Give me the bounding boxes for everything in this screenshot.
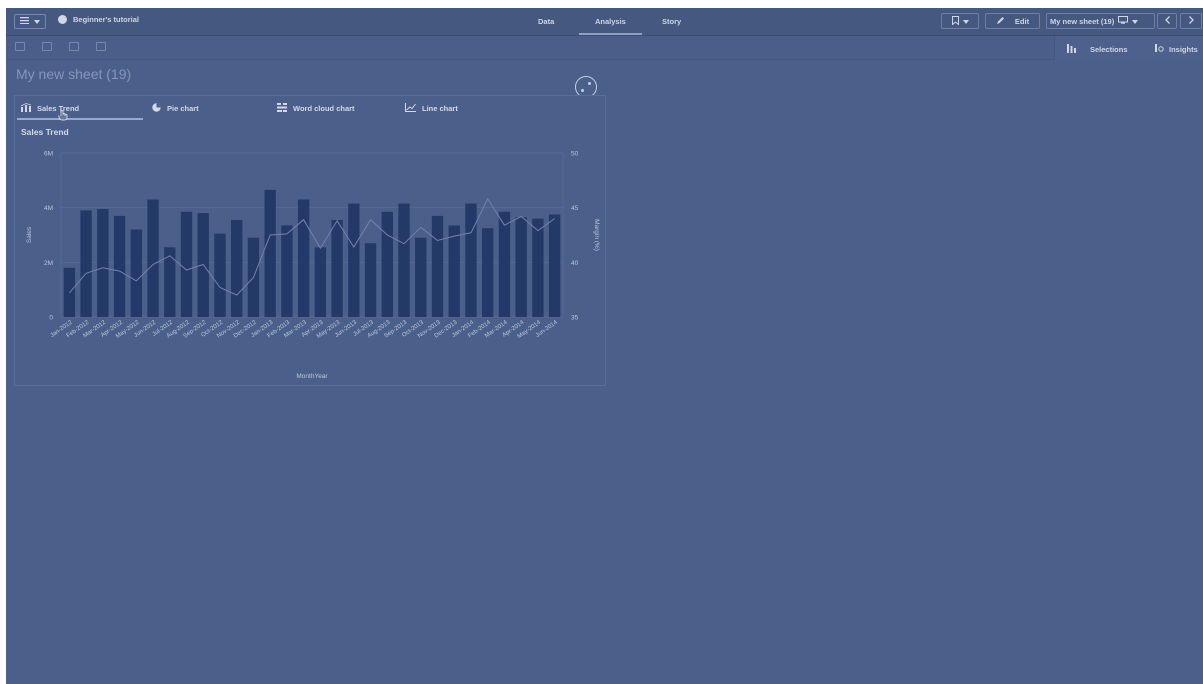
bookmark-icon <box>951 15 959 27</box>
step-forward-icon[interactable] <box>69 42 79 51</box>
y-tick-label: 2M <box>44 260 53 267</box>
container-object: Sales Trend Pie chart Word cloud chart L… <box>14 95 606 386</box>
bar <box>147 199 159 317</box>
pie-chart-icon <box>152 103 161 114</box>
bar <box>415 237 427 317</box>
word-cloud-icon <box>277 103 287 114</box>
globe-icon <box>58 15 67 24</box>
y-axis-title: Sales <box>26 226 33 243</box>
app-window: Beginner's tutorial Data Analysis Story … <box>6 8 1203 684</box>
y2-tick-label: 40 <box>571 260 579 267</box>
selections-button[interactable]: Selections <box>1067 44 1128 55</box>
active-tab-indicator <box>17 118 143 120</box>
combo-chart-icon <box>20 103 32 114</box>
monitor-icon <box>1118 16 1129 26</box>
sheet-selector-label: My new sheet (19) <box>1050 16 1115 26</box>
hand-cursor-icon <box>58 108 68 126</box>
bar <box>180 211 193 317</box>
bar <box>398 203 410 317</box>
top-bar: Beginner's tutorial Data Analysis Story … <box>6 8 1203 36</box>
tab-label: Word cloud chart <box>293 104 355 113</box>
bar <box>448 225 460 317</box>
tab-line-chart[interactable]: Line chart <box>405 103 458 114</box>
bar <box>297 199 310 317</box>
smart-search-icon[interactable] <box>15 42 25 51</box>
edit-label: Edit <box>1014 16 1030 26</box>
sales-trend-chart[interactable]: 02M4M6M35404550Jan-2012Feb-2012Mar-2012A… <box>15 142 605 382</box>
bar <box>97 209 109 317</box>
clear-selections-icon[interactable] <box>96 42 106 51</box>
bar <box>465 203 477 317</box>
bar <box>264 189 276 317</box>
insights-label: Insights <box>1169 45 1198 54</box>
bar <box>331 219 343 317</box>
tab-analysis[interactable]: Analysis <box>579 17 642 35</box>
y2-tick-label: 45 <box>571 205 579 212</box>
line-chart-icon <box>405 103 416 114</box>
bar <box>314 247 327 317</box>
insights-button[interactable]: Insights <box>1155 44 1198 55</box>
y-tick-label: 6M <box>44 151 53 158</box>
selections-icon <box>1067 44 1076 55</box>
bookmarks-button[interactable] <box>941 13 979 29</box>
bar <box>130 229 142 317</box>
insights-icon <box>1155 44 1164 55</box>
container-tabs: Sales Trend Pie chart Word cloud chart L… <box>15 96 605 121</box>
sheet-title: My new sheet (19) <box>16 66 132 82</box>
tab-pie-chart[interactable]: Pie chart <box>152 103 199 114</box>
chevron-down-icon <box>34 17 40 26</box>
chevron-left-icon <box>1164 16 1170 26</box>
tab-sales-trend[interactable]: Sales Trend <box>20 103 79 114</box>
app-title[interactable]: Beginner's tutorial <box>58 15 139 24</box>
tab-label: Pie chart <box>167 104 199 113</box>
step-back-icon[interactable] <box>42 42 52 51</box>
bar <box>281 225 293 317</box>
right-panel-toolbar: Selections Insights <box>1054 36 1203 60</box>
tab-word-cloud-chart[interactable]: Word cloud chart <box>277 103 355 114</box>
selection-toolbar <box>6 36 1203 60</box>
bar <box>498 211 511 317</box>
bar <box>548 214 561 317</box>
bar <box>348 203 360 317</box>
sheet-selector[interactable]: My new sheet (19) <box>1046 13 1155 29</box>
edit-button[interactable]: Edit <box>985 13 1040 29</box>
tab-story[interactable]: Story <box>662 17 681 26</box>
hamburger-icon <box>20 17 29 26</box>
y2-axis-title: Margin (%) <box>593 219 600 251</box>
chevron-down-icon <box>962 17 969 26</box>
app-title-label: Beginner's tutorial <box>73 15 139 24</box>
margin-line <box>69 197 555 296</box>
bar <box>113 215 126 317</box>
tab-label: Line chart <box>422 104 458 113</box>
y2-tick-label: 35 <box>571 315 579 322</box>
chevron-down-icon <box>1132 17 1139 26</box>
y-tick-label: 0 <box>49 315 53 322</box>
tab-data[interactable]: Data <box>538 17 554 26</box>
bar <box>80 210 92 317</box>
bar <box>515 217 527 317</box>
bar <box>231 219 243 317</box>
bar <box>214 233 226 317</box>
bar <box>381 211 393 317</box>
pencil-icon <box>996 16 1005 27</box>
bar <box>532 218 544 317</box>
main-menu-button[interactable] <box>14 14 46 29</box>
y2-tick-label: 50 <box>571 151 579 158</box>
previous-sheet-button[interactable] <box>1157 13 1177 29</box>
selections-label: Selections <box>1090 45 1128 54</box>
chart-title: Sales Trend <box>21 127 69 137</box>
x-axis-title: MonthYear <box>296 373 328 380</box>
bar <box>364 243 377 317</box>
y-tick-label: 4M <box>44 205 53 212</box>
chevron-right-icon <box>1188 16 1194 26</box>
bar <box>482 228 494 317</box>
next-sheet-button[interactable] <box>1180 13 1202 29</box>
bar <box>431 215 444 317</box>
